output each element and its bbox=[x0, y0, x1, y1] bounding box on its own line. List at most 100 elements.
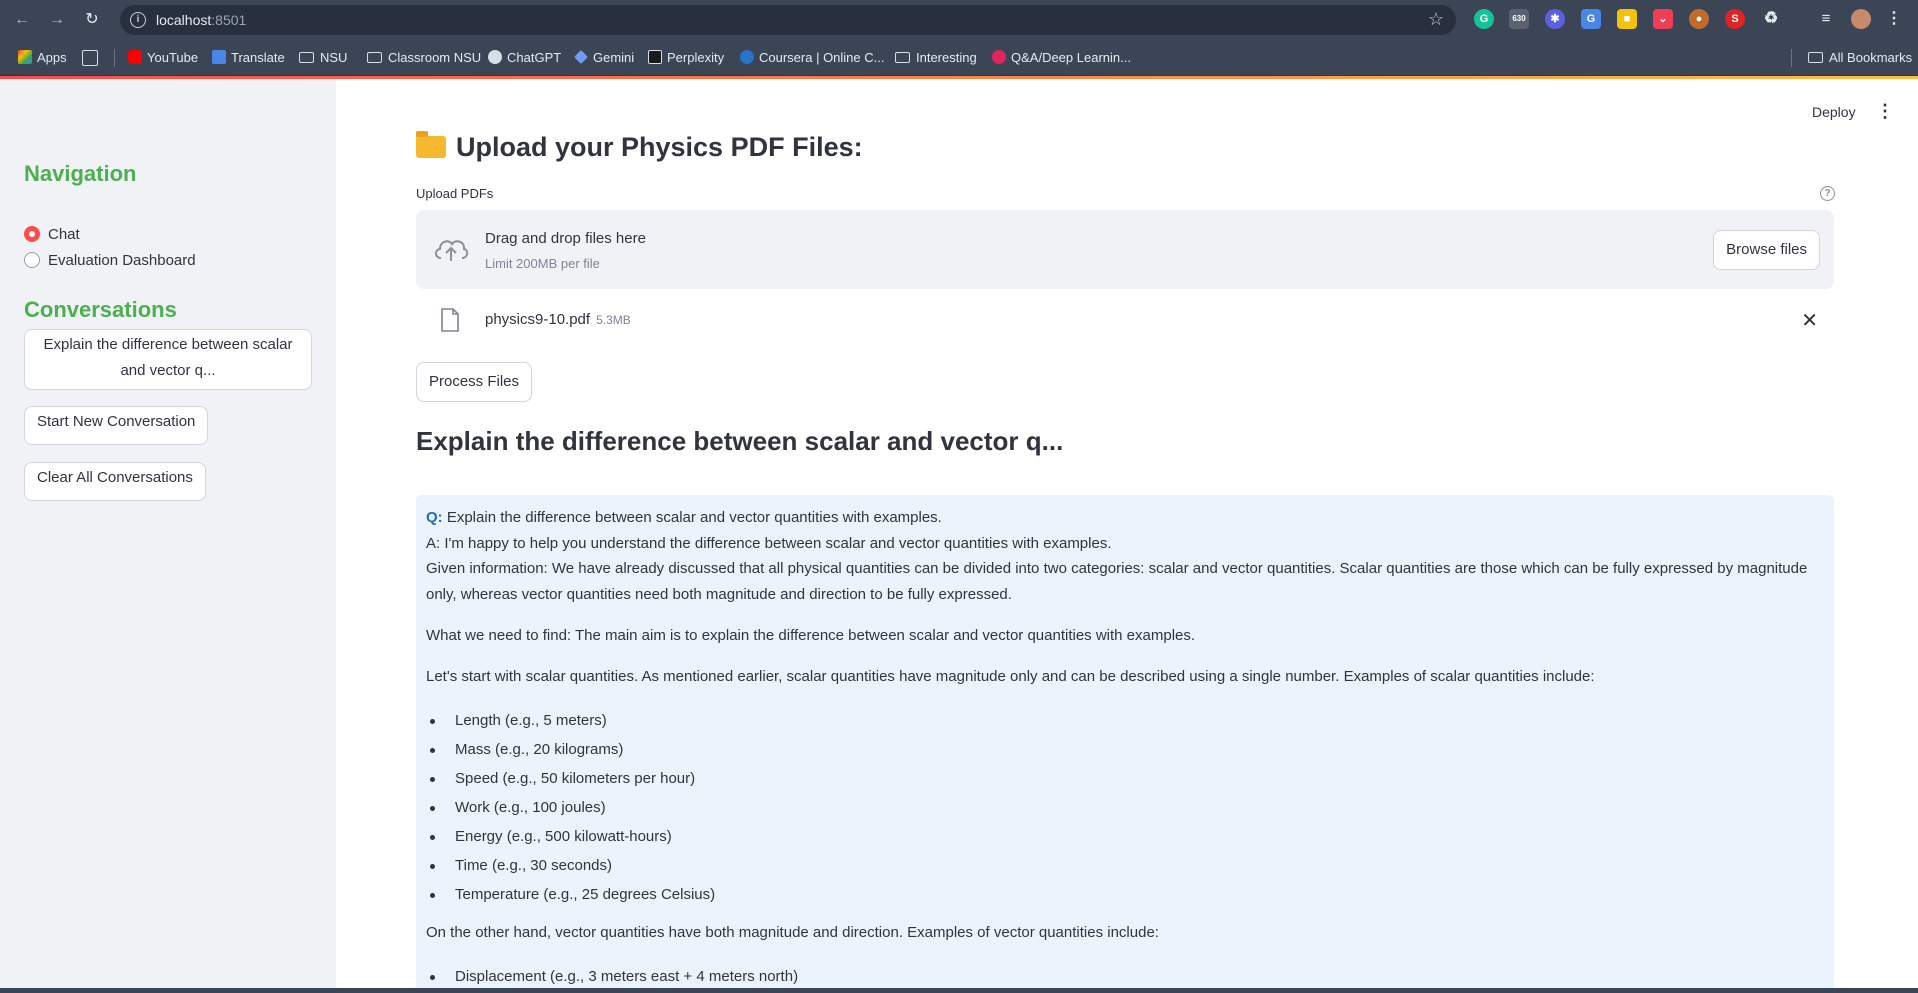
clear-all-conversations-button[interactable]: Clear All Conversations bbox=[24, 462, 206, 501]
extension-badge-count: 630 bbox=[1512, 14, 1526, 23]
reload-icon[interactable]: ↻ bbox=[80, 8, 104, 32]
bookmark-label: YouTube bbox=[147, 50, 199, 65]
list-item: Work (e.g., 100 joules) bbox=[426, 793, 715, 822]
all-bookmarks-label: All Bookmarks bbox=[1829, 50, 1913, 65]
tab-groups-icon[interactable] bbox=[82, 50, 98, 66]
list-item: Energy (e.g., 500 kilowatt-hours) bbox=[426, 822, 715, 851]
bookmark-perplexity[interactable]: Perplexity bbox=[648, 48, 724, 68]
bookmark-label: NSU bbox=[320, 50, 348, 65]
scalar-intro: Let's start with scalar quantities. As m… bbox=[426, 668, 1595, 685]
deploy-button[interactable]: Deploy bbox=[1812, 104, 1856, 120]
conversation-item[interactable]: Explain the difference between scalar an… bbox=[24, 329, 312, 390]
process-files-button[interactable]: Process Files bbox=[416, 362, 533, 402]
bookmark-translate[interactable]: Translate bbox=[212, 48, 285, 68]
main-menu-icon[interactable]: ⋮ bbox=[1876, 102, 1894, 122]
bookmark-label: Translate bbox=[231, 50, 285, 65]
bookmark-interesting[interactable]: Interesting bbox=[895, 48, 977, 68]
profile-avatar[interactable] bbox=[1851, 9, 1871, 29]
url-port: :8501 bbox=[211, 12, 247, 28]
bookmark-label: ChatGPT bbox=[507, 50, 562, 65]
youtube-icon bbox=[128, 50, 142, 64]
conversations-heading: Conversations bbox=[24, 297, 177, 322]
cloud-upload-icon bbox=[435, 240, 469, 261]
sidebar: Navigation Chat Evaluation Dashboard Con… bbox=[0, 79, 336, 993]
question-line: Q: Explain the difference between scalar… bbox=[426, 505, 1826, 531]
bookmarks-divider bbox=[1791, 49, 1792, 67]
vector-examples-list: Displacement (e.g., 3 meters east + 4 me… bbox=[426, 962, 798, 991]
scalar-examples-list: Length (e.g., 5 meters) Mass (e.g., 20 k… bbox=[426, 706, 715, 909]
bookmark-apps[interactable]: Apps bbox=[18, 48, 67, 68]
what-to-find: What we need to find: The main aim is to… bbox=[426, 627, 1196, 644]
radio-evaluation-dashboard[interactable]: Evaluation Dashboard bbox=[24, 249, 196, 271]
upload-heading: Upload your Physics PDF Files: bbox=[416, 131, 863, 163]
bookmark-label: Interesting bbox=[916, 50, 977, 65]
bookmark-nsu[interactable]: NSU bbox=[299, 48, 347, 68]
help-icon[interactable]: ? bbox=[1820, 186, 1835, 201]
folder-emoji-icon bbox=[416, 131, 446, 158]
apps-grid-icon bbox=[18, 50, 32, 64]
bookmark-gemini[interactable]: Gemini bbox=[574, 48, 634, 68]
back-arrow-icon[interactable]: ← bbox=[10, 8, 34, 32]
url-text[interactable]: localhost:8501 bbox=[156, 12, 246, 28]
browse-files-button[interactable]: Browse files bbox=[1713, 230, 1820, 270]
address-bar[interactable]: i localhost:8501 ☆ bbox=[120, 5, 1456, 35]
bookmark-label: Gemini bbox=[593, 50, 635, 65]
folder-icon bbox=[367, 52, 382, 63]
media-control-icon[interactable]: ≡ bbox=[1816, 9, 1836, 29]
cookie-extension-icon[interactable]: ● bbox=[1689, 9, 1709, 29]
vector-intro: On the other hand, vector quantities hav… bbox=[426, 924, 1159, 941]
bookmark-star-icon[interactable]: ☆ bbox=[1428, 9, 1444, 30]
badge-extension-icon[interactable]: 630 bbox=[1509, 9, 1529, 29]
answer-intro: A: I'm happy to help you understand the … bbox=[426, 535, 1112, 552]
site-info-icon[interactable]: i bbox=[130, 12, 146, 28]
question-text: Explain the difference between scalar an… bbox=[442, 509, 942, 526]
file-name: physics9-10.pdf 5.3MB bbox=[485, 311, 631, 328]
bookmark-chatgpt[interactable]: ChatGPT bbox=[488, 48, 561, 68]
file-icon bbox=[441, 308, 459, 332]
puzzle-extensions-icon[interactable]: ♻ bbox=[1761, 9, 1781, 29]
given-information: Given information: We have already discu… bbox=[426, 560, 1808, 603]
file-dropzone[interactable]: Drag and drop files here Limit 200MB per… bbox=[416, 210, 1834, 289]
conversation-heading: Explain the difference between scalar an… bbox=[416, 426, 1064, 456]
start-new-conversation-button[interactable]: Start New Conversation bbox=[24, 406, 209, 445]
s-extension-icon[interactable]: S bbox=[1725, 9, 1745, 29]
bookmark-classroom-nsu[interactable]: Classroom NSU bbox=[367, 48, 481, 68]
bookmark-label: Coursera | Online C... bbox=[759, 50, 885, 65]
forward-arrow-icon[interactable]: → bbox=[45, 8, 69, 32]
keep-extension-icon[interactable]: ■ bbox=[1617, 9, 1637, 29]
radio-chat[interactable]: Chat bbox=[24, 223, 80, 245]
translate-icon bbox=[212, 50, 226, 64]
gear-extension-icon[interactable]: ✱ bbox=[1545, 9, 1565, 29]
bookmark-coursera[interactable]: Coursera | Online C... bbox=[740, 48, 884, 68]
radio-label: Chat bbox=[48, 225, 80, 243]
navigation-heading: Navigation bbox=[24, 161, 137, 186]
pocket-extension-icon[interactable]: ⌄ bbox=[1653, 9, 1673, 29]
bookmark-label: Apps bbox=[37, 50, 67, 65]
bookmark-youtube[interactable]: YouTube bbox=[128, 48, 198, 68]
uploaded-file-row: physics9-10.pdf 5.3MB ✕ bbox=[416, 302, 1834, 338]
folder-icon bbox=[1808, 52, 1823, 63]
grammarly-extension-icon[interactable]: G bbox=[1474, 9, 1494, 29]
list-item: Time (e.g., 30 seconds) bbox=[426, 851, 715, 880]
all-bookmarks[interactable]: All Bookmarks bbox=[1808, 48, 1912, 68]
upload-heading-text: Upload your Physics PDF Files: bbox=[456, 132, 863, 162]
bookmark-label: Q&A/Deep Learnin... bbox=[1011, 50, 1131, 65]
gemini-icon bbox=[574, 50, 588, 64]
list-item: Displacement (e.g., 3 meters east + 4 me… bbox=[426, 962, 798, 991]
list-item: Speed (e.g., 50 kilometers per hour) bbox=[426, 764, 715, 793]
radio-label: Evaluation Dashboard bbox=[48, 251, 196, 269]
qa-answer-box: Q: Explain the difference between scalar… bbox=[416, 495, 1834, 993]
translate-extension-icon[interactable]: G bbox=[1581, 9, 1601, 29]
bookmark-label: Perplexity bbox=[667, 50, 725, 65]
folder-icon bbox=[299, 52, 314, 63]
chatgpt-icon bbox=[488, 50, 502, 64]
bookmark-qa-deep-learning[interactable]: Q&A/Deep Learnin... bbox=[992, 48, 1131, 68]
browser-toolbar: ← → ↻ i localhost:8501 ☆ G 630 ✱ G ■ ⌄ ●… bbox=[0, 0, 1918, 40]
radio-unselected-icon[interactable] bbox=[24, 252, 40, 268]
list-item: Length (e.g., 5 meters) bbox=[426, 706, 715, 735]
remove-file-icon[interactable]: ✕ bbox=[1801, 308, 1818, 333]
radio-selected-icon[interactable] bbox=[24, 226, 40, 242]
window-bottom-edge bbox=[0, 988, 1918, 993]
browser-menu-icon[interactable]: ⋮ bbox=[1884, 9, 1904, 29]
file-name-text: physics9-10.pdf bbox=[485, 311, 591, 328]
